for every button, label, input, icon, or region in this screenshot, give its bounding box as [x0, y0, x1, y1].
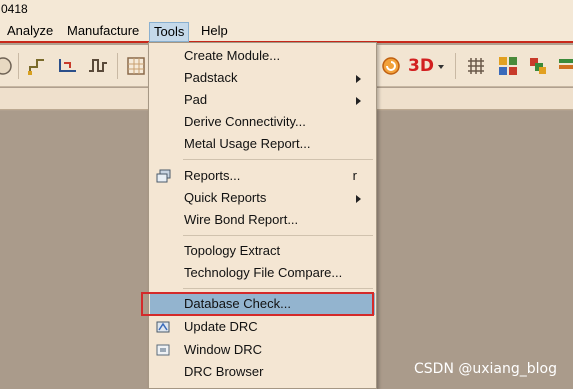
reports-icon [156, 169, 171, 183]
color-palette-icon[interactable] [497, 55, 519, 77]
title-bar: 0418 [0, 0, 573, 19]
stack-icon[interactable] [557, 55, 573, 77]
menu-item-window-drc[interactable]: Window DRC [150, 339, 375, 361]
menu-item-derive-connectivity[interactable]: Derive Connectivity... [150, 111, 375, 133]
watermark-text: CSDN @uxiang_blog [414, 361, 557, 377]
grid-toggle-icon[interactable] [125, 55, 147, 77]
submenu-arrow-icon [356, 75, 361, 83]
menu-item-reports[interactable]: Reports... r [150, 165, 375, 187]
menu-item-label: DRC Browser [184, 364, 264, 379]
menu-item-create-module[interactable]: Create Module... [150, 45, 375, 67]
grid-icon[interactable] [465, 55, 487, 77]
menu-item-label: Create Module... [184, 48, 281, 63]
menu-tools[interactable]: Tools [149, 22, 190, 42]
menu-item-topology-extract[interactable]: Topology Extract [150, 240, 375, 262]
menu-analyze[interactable]: Analyze [3, 22, 57, 42]
tools-menu: Create Module... Padstack Pad Derive Con… [148, 42, 377, 389]
menu-item-label: Reports... [184, 168, 241, 183]
menu-item-wire-bond-report[interactable]: Wire Bond Report... [150, 209, 375, 231]
menu-item-technology-file-compare[interactable]: Technology File Compare... [150, 262, 375, 284]
menu-item-label: Topology Extract [184, 243, 281, 258]
menu-item-label: Quick Reports [184, 190, 267, 205]
menu-separator [183, 159, 373, 160]
annotation-highlight-box [141, 292, 374, 316]
menu-bar: Analyze Manufacture Tools Help [0, 19, 573, 43]
menu-item-metal-usage-report[interactable]: Metal Usage Report... [150, 133, 375, 155]
menu-item-quick-reports[interactable]: Quick Reports [150, 187, 375, 209]
delay-tune-icon[interactable] [87, 55, 109, 77]
shortcut-key: r [352, 168, 357, 183]
menu-item-drc-browser[interactable]: DRC Browser [150, 361, 375, 383]
3d-view-button[interactable]: 3D [408, 56, 434, 76]
slide-icon[interactable] [57, 55, 79, 77]
menu-item-label: Padstack [184, 70, 238, 85]
submenu-arrow-icon [356, 97, 361, 105]
menu-item-label: Window DRC [184, 342, 263, 357]
add-connect-icon[interactable] [26, 55, 48, 77]
layers-icon[interactable] [527, 55, 549, 77]
refresh-icon[interactable] [380, 55, 402, 77]
toolbar-button-icon[interactable] [0, 55, 14, 77]
menu-item-label: Pad [184, 92, 208, 107]
submenu-arrow-icon [356, 195, 361, 203]
menu-item-label: Metal Usage Report... [184, 136, 311, 151]
window-drc-icon [156, 344, 170, 356]
toolbar-separator [18, 53, 19, 79]
menu-item-label: Technology File Compare... [184, 265, 343, 280]
menu-item-pad[interactable]: Pad [150, 89, 375, 111]
menu-item-label: Wire Bond Report... [184, 212, 299, 227]
menu-help[interactable]: Help [197, 22, 232, 42]
menu-separator [183, 288, 373, 289]
toolbar-separator [455, 53, 456, 79]
chevron-down-icon[interactable] [436, 55, 446, 77]
menu-item-update-drc[interactable]: Update DRC [150, 316, 375, 338]
menu-separator [183, 235, 373, 236]
menu-item-label: Update DRC [184, 319, 258, 334]
update-drc-icon [156, 321, 170, 333]
menu-item-label: Derive Connectivity... [184, 114, 306, 129]
menu-item-padstack[interactable]: Padstack [150, 67, 375, 89]
toolbar-separator [117, 53, 118, 79]
window-title: 0418 [1, 2, 28, 16]
menu-manufacture[interactable]: Manufacture [63, 22, 143, 42]
